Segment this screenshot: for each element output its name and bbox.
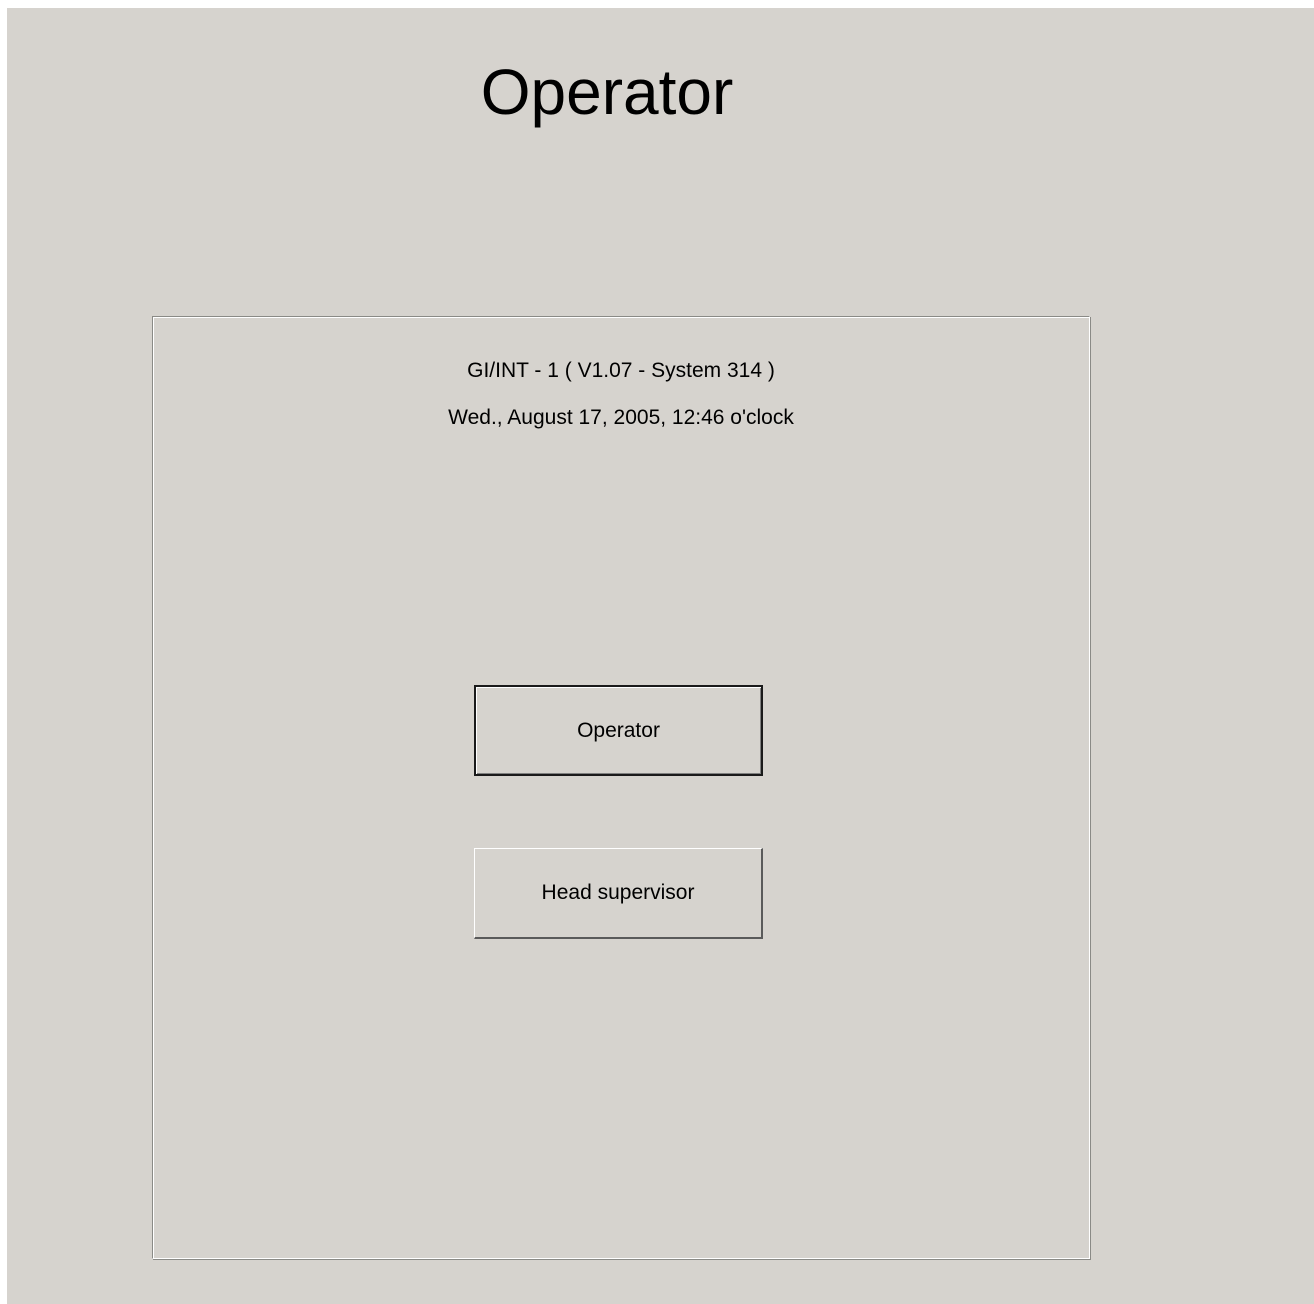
operator-button-label: Operator [577, 718, 660, 742]
page-title: Operator [480, 56, 734, 128]
login-panel: GI/INT - 1 ( V1.07 - System 314 ) Wed., … [152, 316, 1090, 1259]
head-supervisor-button[interactable]: Head supervisor [474, 848, 763, 939]
date-time-text: Wed., August 17, 2005, 12:46 o'clock [448, 406, 794, 429]
head-supervisor-button-label: Head supervisor [541, 881, 695, 904]
system-version-text: GI/INT - 1 ( V1.07 - System 314 ) [467, 359, 775, 382]
operator-button[interactable]: Operator [474, 685, 763, 776]
screen-background: Operator GI/INT - 1 ( V1.07 - System 314… [7, 8, 1314, 1304]
